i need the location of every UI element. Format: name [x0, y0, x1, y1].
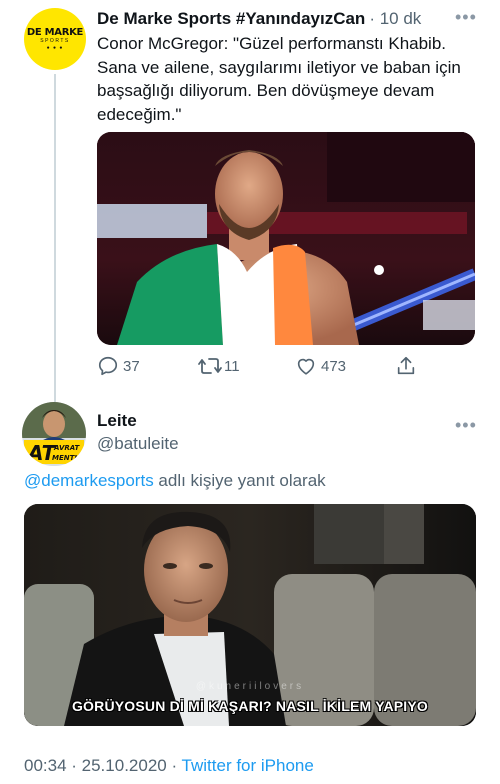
- retweet-count: 11: [224, 357, 240, 375]
- avatar-de-marke-sports[interactable]: DE MARKE SPORTS ● ● ●: [24, 8, 86, 70]
- tweet-media-image[interactable]: [97, 132, 475, 345]
- fighter-photo-icon: [97, 132, 475, 345]
- tweet-actions-bar: 37 11 473: [97, 352, 477, 380]
- share-button[interactable]: [395, 352, 417, 380]
- reply-count: 37: [123, 357, 140, 375]
- like-button[interactable]: 473: [295, 352, 346, 380]
- tweet-media-image[interactable]: @kuneriilovers GÖRÜYOSUN Dİ Mİ KAŞARI? N…: [24, 504, 476, 726]
- reply-mention-link[interactable]: @demarkesports: [24, 471, 154, 490]
- avatar-logo-subtext: SPORTS: [40, 38, 70, 44]
- heart-icon: [297, 358, 315, 375]
- retweet-icon: [198, 358, 222, 374]
- tweet-metadata: 00:34 · 25.10.2020 · Twitter for iPhone: [24, 756, 314, 776]
- replying-to: @demarkesports adlı kişiye yanıt olarak: [24, 471, 326, 491]
- tweet-source-link[interactable]: Twitter for iPhone: [182, 756, 314, 775]
- movie-still-icon: [24, 504, 476, 726]
- reply-button[interactable]: 37: [97, 352, 140, 380]
- tweet-header: De Marke Sports #YanındayızCan · 10 dk: [97, 8, 477, 30]
- reply-icon: [98, 356, 118, 376]
- tweet-time[interactable]: · 10 dk: [369, 9, 421, 29]
- tweet-text: Conor McGregor: "Güzel performanstı Khab…: [97, 34, 461, 124]
- author-name[interactable]: Leite: [97, 411, 137, 431]
- avatar-leite[interactable]: AT AVRAT MENTION: [22, 402, 86, 466]
- more-options-icon[interactable]: •••: [455, 8, 477, 26]
- share-icon: [397, 356, 415, 375]
- reply-to-suffix: adlı kişiye yanıt olarak: [153, 471, 326, 490]
- author-handle[interactable]: @batuleite: [97, 434, 179, 454]
- tweet-timestamp[interactable]: 00:34 · 25.10.2020 ·: [24, 756, 182, 775]
- avatar-logo-text: DE MARKE: [26, 27, 84, 38]
- like-count: 473: [321, 357, 347, 375]
- svg-text:AVRAT: AVRAT: [53, 444, 80, 452]
- media-caption: GÖRÜYOSUN Dİ Mİ KAŞARI? NASIL İKİLEM YAP…: [71, 698, 429, 714]
- avatar-social-icons: ● ● ●: [46, 45, 64, 51]
- more-options-icon[interactable]: •••: [455, 416, 477, 434]
- svg-text:MENTION: MENTION: [52, 454, 86, 462]
- thread-connector-line: [54, 74, 56, 402]
- media-watermark: @kuneriilovers: [195, 681, 305, 692]
- tweet-time-value: 10 dk: [379, 9, 422, 28]
- author-name[interactable]: De Marke Sports #YanındayızCan: [97, 9, 365, 29]
- profile-picture-icon: AT AVRAT MENTION: [22, 402, 86, 466]
- retweet-button[interactable]: 11: [197, 352, 240, 380]
